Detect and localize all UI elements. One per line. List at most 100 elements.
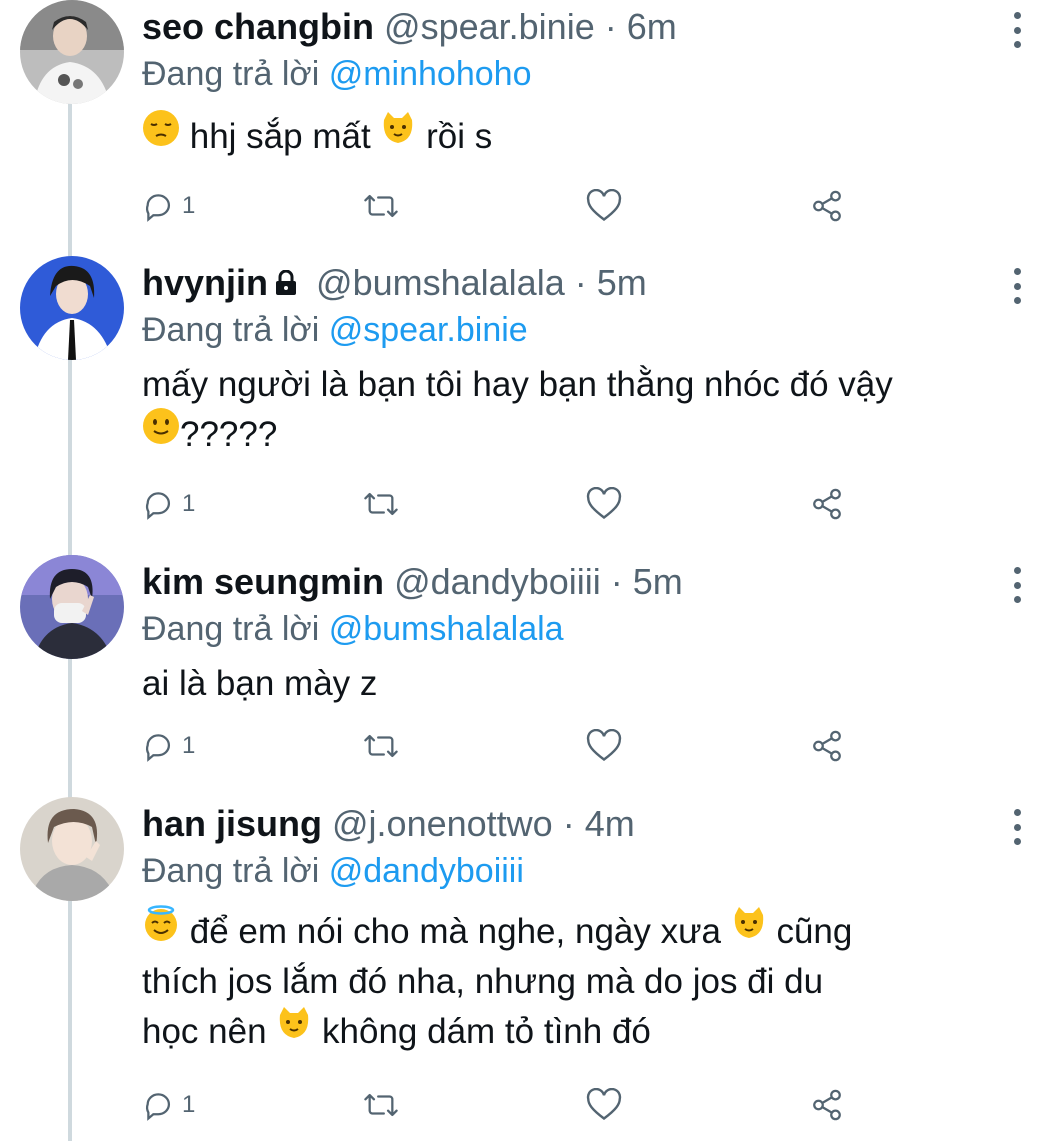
user-handle[interactable]: @bumshalalala: [316, 262, 565, 303]
mention-link[interactable]: @bumshalalala: [329, 610, 564, 648]
reply-button[interactable]: 1: [142, 1085, 195, 1125]
cat-face-emoji: [276, 1005, 312, 1055]
share-icon: [813, 190, 841, 222]
tweet-actions: 1: [140, 726, 860, 766]
retweet-icon: [364, 734, 398, 758]
tweet-text-segment: không dám tỏ tình đó: [322, 1012, 651, 1051]
avatar[interactable]: [20, 0, 124, 104]
heart-icon: [586, 189, 622, 222]
tweet-text: ai là bạn mày z: [142, 659, 377, 709]
cat-face-emoji: [731, 905, 767, 955]
mention-link[interactable]: @spear.binie: [329, 311, 528, 349]
share-icon: [813, 730, 841, 762]
lock-icon: [276, 270, 297, 296]
like-button[interactable]: [586, 484, 622, 524]
user-handle[interactable]: @dandyboiiii: [394, 561, 601, 602]
avatar[interactable]: [20, 256, 124, 360]
user-handle[interactable]: @j.onenottwo: [332, 803, 553, 844]
cat-face-emoji: [380, 110, 416, 160]
like-button[interactable]: [586, 186, 622, 226]
tweet-actions: 1: [140, 1085, 860, 1125]
tweet-header: hvynjin @bumshalalala · 5m: [142, 261, 647, 305]
heart-icon: [586, 487, 622, 520]
replying-label: Đang trả lời: [142, 610, 320, 648]
tweet-text-segment: học nên: [142, 1012, 267, 1051]
share-button[interactable]: [810, 186, 844, 226]
separator-dot: ·: [562, 803, 575, 844]
retweet-button[interactable]: [362, 726, 400, 766]
reply-icon: [145, 1093, 171, 1121]
reply-button[interactable]: 1: [142, 726, 195, 766]
reply-button[interactable]: 1: [142, 484, 195, 524]
mention-link[interactable]: @dandyboiiii: [329, 852, 524, 890]
like-button[interactable]: [586, 726, 622, 766]
reply-icon: [145, 492, 171, 520]
heart-icon: [586, 1088, 622, 1121]
display-name[interactable]: hvynjin: [142, 262, 268, 303]
tweet-text-segment: thích jos lắm đó nha, nhưng mà do jos đi…: [142, 962, 824, 1001]
timestamp[interactable]: 5m: [597, 262, 647, 303]
separator-dot: ·: [610, 561, 623, 602]
tweet-text: mấy người là bạn tôi hay bạn thằng nhóc …: [142, 360, 893, 460]
display-name[interactable]: kim seungmin: [142, 561, 384, 602]
share-button[interactable]: [810, 1085, 844, 1125]
tweet-text-segment: mấy người là bạn tôi hay bạn thằng nhóc …: [142, 365, 893, 404]
share-icon: [813, 1089, 841, 1121]
replying-label: Đang trả lời: [142, 311, 320, 349]
tweet-actions: 1: [140, 186, 860, 226]
retweet-button[interactable]: [362, 484, 400, 524]
retweet-icon: [364, 492, 398, 516]
share-button[interactable]: [810, 726, 844, 766]
avatar[interactable]: [20, 797, 124, 901]
more-vertical-icon[interactable]: [1007, 565, 1027, 605]
tweet-text-segment: cũng: [776, 912, 853, 951]
tweet-text: hhj sắp mất rồi s: [142, 109, 493, 162]
share-icon: [813, 488, 841, 520]
tweet-text-segment: để em nói cho mà nghe, ngày xưa: [189, 912, 721, 951]
heart-icon: [586, 729, 622, 762]
tweet-text-segment: ?????: [180, 415, 278, 454]
avatar[interactable]: [20, 555, 124, 659]
user-handle[interactable]: @spear.binie: [384, 6, 595, 47]
like-button[interactable]: [586, 1085, 622, 1125]
share-button[interactable]: [810, 484, 844, 524]
separator-dot: ·: [574, 262, 587, 303]
pensive-face-emoji: [142, 109, 180, 161]
display-name[interactable]: han jisung: [142, 803, 322, 844]
reply-count: 1: [182, 1091, 196, 1118]
tweet-actions: 1: [140, 484, 860, 524]
reply-icon: [145, 194, 171, 222]
reply-count: 1: [182, 732, 196, 759]
tweet-header: han jisung @j.onenottwo · 4m: [142, 802, 635, 846]
timestamp[interactable]: 5m: [633, 561, 683, 602]
slightly-smiling-face-emoji: [142, 407, 180, 459]
tweet-text-segment: hhj sắp mất: [189, 117, 371, 156]
mention-link[interactable]: @minhohoho: [329, 55, 532, 93]
more-vertical-icon[interactable]: [1007, 807, 1027, 847]
tweet-header: seo changbin @spear.binie · 6m: [142, 5, 677, 49]
replying-label: Đang trả lời: [142, 852, 320, 890]
replying-to: Đang trả lời @minhohoho: [142, 52, 531, 96]
tweet-text-segment: rồi s: [426, 117, 493, 156]
retweet-icon: [364, 194, 398, 218]
replying-label: Đang trả lời: [142, 55, 320, 93]
display-name[interactable]: seo changbin: [142, 6, 374, 47]
replying-to: Đang trả lời @bumshalalala: [142, 607, 564, 651]
tweet-text: để em nói cho mà nghe, ngày xưa cũng thí…: [142, 905, 853, 1057]
more-vertical-icon[interactable]: [1007, 10, 1027, 50]
tweet-text-segment: ai là bạn mày z: [142, 664, 378, 703]
timestamp[interactable]: 4m: [585, 803, 635, 844]
replying-to: Đang trả lời @dandyboiiii: [142, 849, 524, 893]
retweet-icon: [364, 1093, 398, 1117]
retweet-button[interactable]: [362, 1085, 400, 1125]
separator-dot: ·: [604, 6, 617, 47]
reply-count: 1: [182, 490, 196, 517]
retweet-button[interactable]: [362, 186, 400, 226]
more-vertical-icon[interactable]: [1007, 266, 1027, 306]
reply-button[interactable]: 1: [142, 186, 195, 226]
reply-count: 1: [182, 192, 196, 219]
tweet-header: kim seungmin @dandyboiiii · 5m: [142, 560, 683, 604]
timestamp[interactable]: 6m: [627, 6, 677, 47]
reply-icon: [145, 734, 171, 762]
replying-to: Đang trả lời @spear.binie: [142, 308, 528, 352]
